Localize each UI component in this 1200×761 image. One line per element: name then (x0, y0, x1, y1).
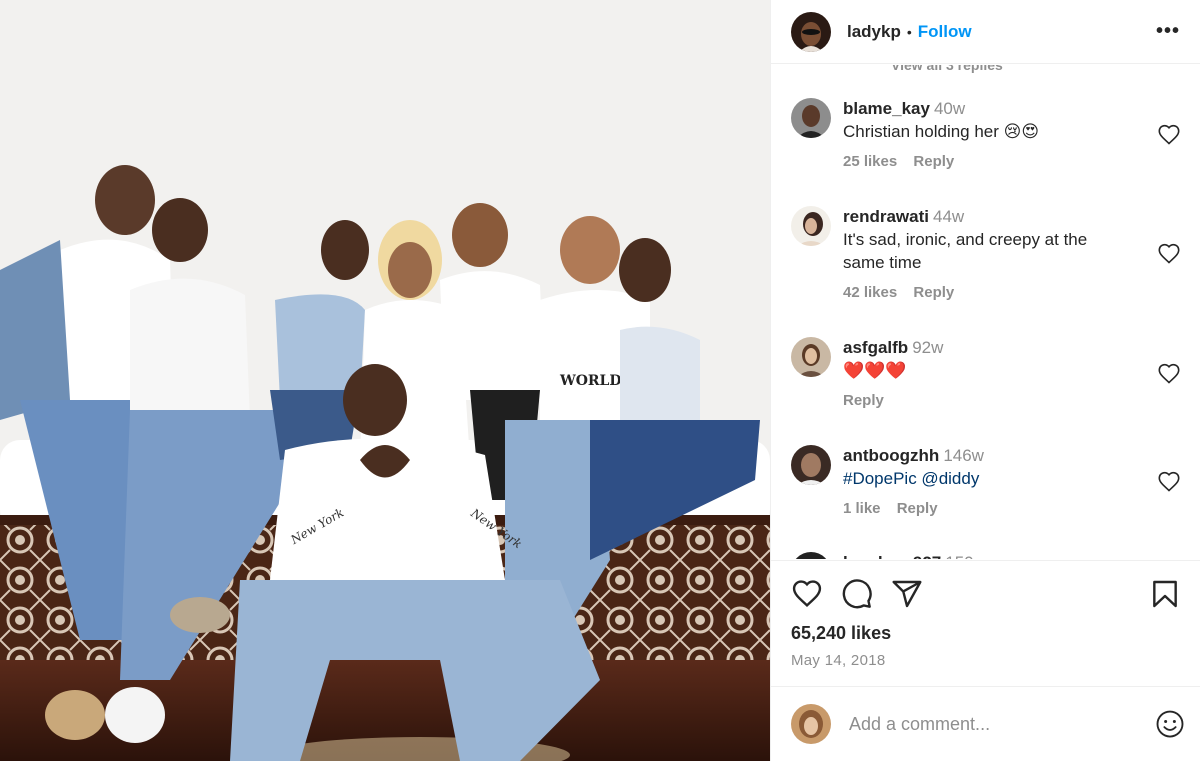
comment-heart-icon[interactable] (1157, 123, 1181, 147)
author-avatar[interactable] (791, 11, 831, 52)
comment-heart-icon[interactable] (1157, 362, 1181, 386)
current-user-avatar (791, 704, 831, 744)
reply-button[interactable]: Reply (843, 392, 884, 409)
post-actions: 65,240 likes May 14, 2018 (771, 560, 1200, 690)
comment-meta: Reply (843, 392, 1181, 409)
comment-body: kendon_927 150w (843, 552, 1181, 559)
comment-text[interactable]: #DopePic @diddy (843, 467, 1133, 490)
reply-button[interactable]: Reply (897, 500, 938, 517)
comment-item: blame_kay 40w Christian holding her 😢😍 25… (791, 98, 1181, 170)
more-options-icon[interactable]: ••• (1152, 20, 1184, 43)
post-header: ladykp • Follow ••• (771, 0, 1200, 64)
separator-dot: • (906, 23, 912, 40)
commenter-avatar[interactable] (791, 206, 831, 246)
view-replies-link[interactable]: View all 3 replies (891, 65, 1003, 73)
post-sidebar: ladykp • Follow ••• View all 3 replies b… (770, 0, 1200, 761)
comment-heart-icon[interactable] (1157, 242, 1181, 266)
commenter-avatar[interactable] (791, 98, 831, 138)
comment-body: rendrawati 44w It's sad, ironic, and cree… (843, 206, 1181, 301)
comment-time: 44w (932, 207, 965, 226)
comment-item: rendrawati 44w It's sad, ironic, and cree… (791, 206, 1181, 301)
comment-time: 150w (945, 553, 986, 559)
share-icon[interactable] (891, 578, 923, 610)
comment-body: asfgalfb 92w ❤️❤️❤️ Reply (843, 337, 1181, 409)
action-icons-row (791, 561, 1181, 627)
comments-list[interactable]: View all 3 replies blame_kay 40w Christia… (771, 65, 1200, 559)
comment-heart-icon[interactable] (1157, 470, 1181, 494)
comment-meta: 25 likes Reply (843, 153, 1181, 170)
commenter-avatar[interactable] (791, 445, 831, 485)
comment-text: Christian holding her 😢😍 (843, 122, 1040, 141)
comment-meta: 1 like Reply (843, 500, 1181, 517)
comment-icon[interactable] (841, 578, 873, 610)
commenter-username[interactable]: antboogzhh (843, 446, 939, 465)
post-photo[interactable]: WORLD New York New York (0, 0, 770, 761)
commenter-username[interactable]: blame_kay (843, 99, 930, 118)
comment-time: 40w (933, 99, 966, 118)
comment-input[interactable] (849, 713, 1155, 735)
author-username[interactable]: ladykp (847, 22, 901, 42)
commenter-avatar[interactable] (791, 337, 831, 377)
reply-button[interactable]: Reply (913, 153, 954, 170)
comment-likes[interactable]: 25 likes (843, 153, 897, 170)
comment-time: 146w (943, 446, 984, 465)
comment-text: ❤️❤️❤️ (843, 361, 907, 380)
comment-item: kendon_927 150w (791, 552, 1181, 559)
shirt-text: WORLD (559, 373, 622, 389)
comment-text: It's sad, ironic, and creepy at the same… (843, 230, 1088, 272)
commenter-avatar[interactable] (791, 552, 831, 559)
comment-item: antboogzhh 146w #DopePic @diddy 1 like Re… (791, 445, 1181, 517)
add-comment-bar (771, 686, 1200, 761)
comment-body: blame_kay 40w Christian holding her 😢😍 25… (843, 98, 1181, 170)
comment-likes[interactable]: 42 likes (843, 284, 897, 301)
comment-time: 92w (912, 338, 944, 357)
comment-item: asfgalfb 92w ❤️❤️❤️ Reply (791, 337, 1181, 409)
commenter-username[interactable]: kendon_927 (843, 553, 941, 559)
bookmark-icon[interactable] (1149, 578, 1181, 610)
likes-count[interactable]: 65,240 likes (791, 623, 1181, 644)
heart-icon[interactable] (791, 578, 823, 610)
emoji-icon[interactable] (1155, 709, 1185, 739)
comment-body: antboogzhh 146w #DopePic @diddy 1 like Re… (843, 445, 1181, 517)
comment-likes[interactable]: 1 like (843, 500, 881, 517)
commenter-username[interactable]: asfgalfb (843, 338, 908, 357)
follow-button[interactable]: Follow (918, 22, 972, 42)
comment-meta: 42 likes Reply (843, 284, 1181, 301)
commenter-username[interactable]: rendrawati (843, 207, 929, 226)
instagram-post: WORLD New York New York ladykp • Follow … (0, 0, 1200, 761)
post-date: May 14, 2018 (791, 652, 886, 669)
reply-button[interactable]: Reply (913, 284, 954, 301)
family-photo-illustration: WORLD New York New York (0, 0, 770, 761)
